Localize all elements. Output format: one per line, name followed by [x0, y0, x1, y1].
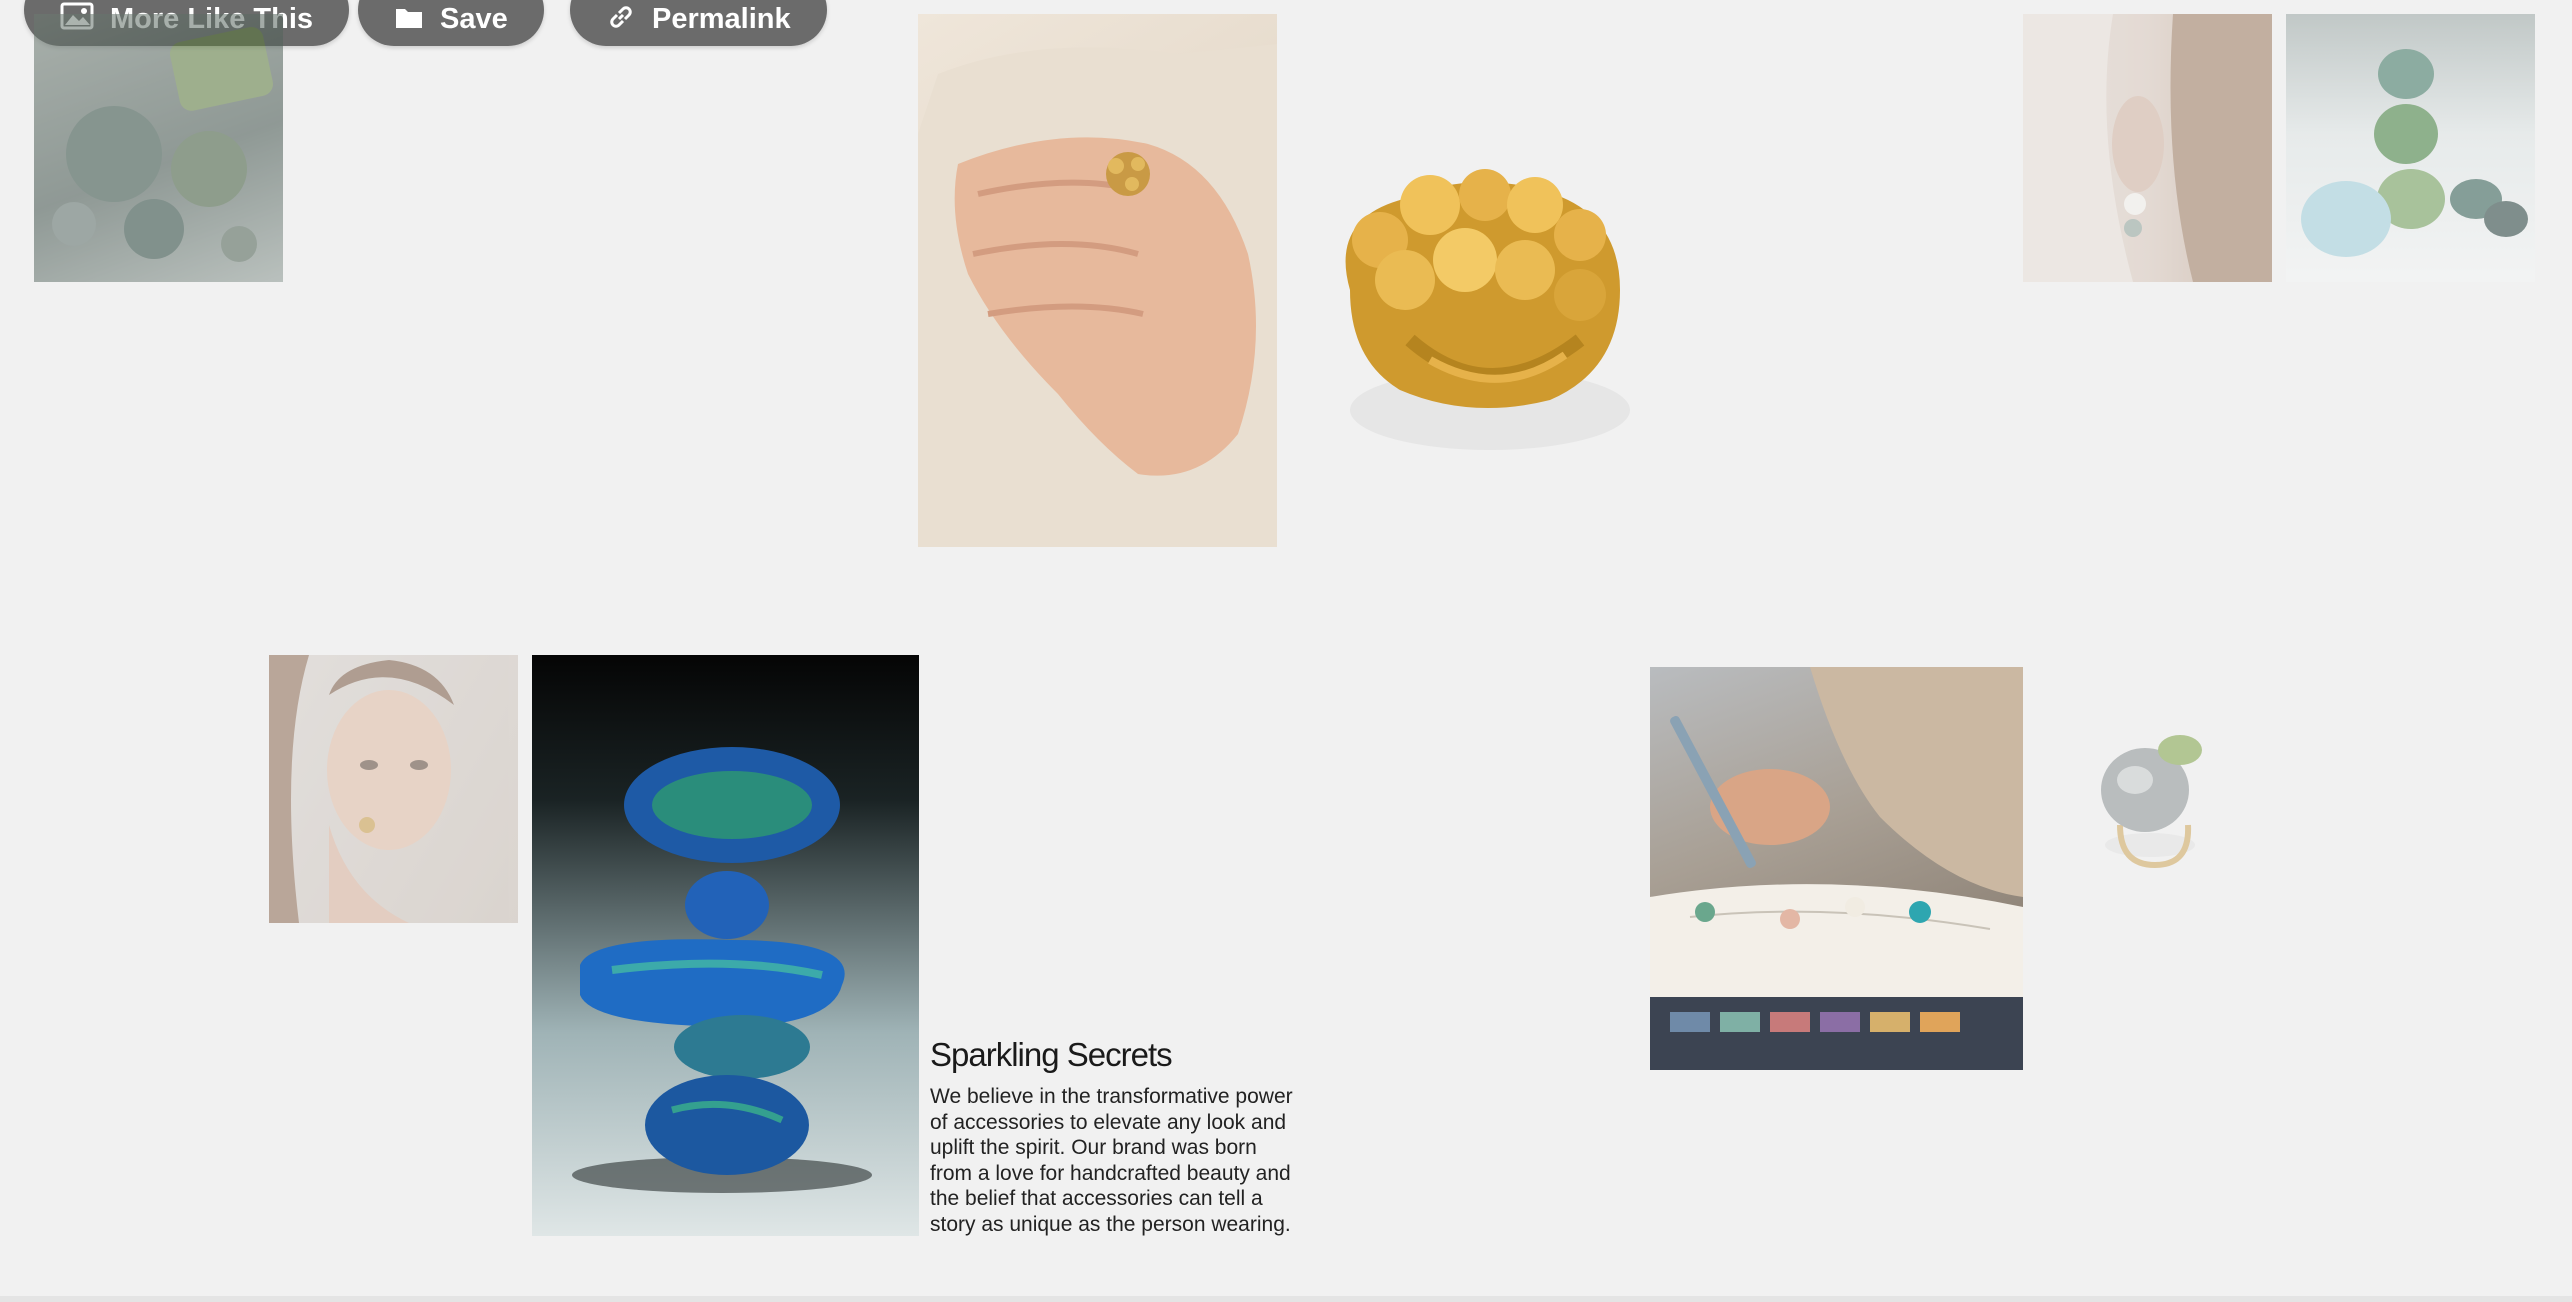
green-gemstones-photo[interactable] — [34, 14, 283, 282]
bottom-divider — [0, 1296, 2572, 1302]
article-body: We believe in the transformative power o… — [930, 1085, 1293, 1236]
permalink-label: Permalink — [652, 2, 791, 35]
link-icon — [606, 0, 636, 32]
save-label: Save — [440, 2, 508, 35]
stacked-opals-photo[interactable] — [532, 655, 919, 1236]
pearl-earring-model-photo[interactable] — [2023, 14, 2272, 282]
woman-portrait-photo[interactable] — [269, 655, 518, 923]
stacked-cabochons-photo[interactable] — [2286, 14, 2535, 282]
gold-bubble-ring-photo[interactable] — [1290, 110, 1640, 510]
article-title: Sparkling Secrets — [930, 1036, 1173, 1073]
save-button[interactable]: Save — [358, 0, 544, 46]
moonstone-ring-photo[interactable] — [2080, 715, 2220, 875]
hand-with-gold-ring-photo[interactable] — [918, 14, 1277, 547]
permalink-button[interactable]: Permalink — [570, 0, 827, 46]
jeweler-sketching-photo[interactable] — [1650, 667, 2023, 1070]
folder-icon — [394, 0, 424, 31]
